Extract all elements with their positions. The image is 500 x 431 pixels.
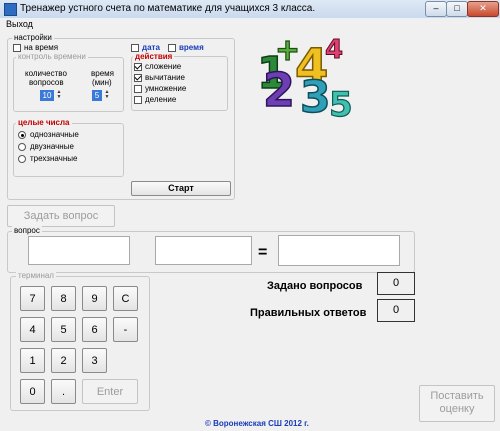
minutes-spinner[interactable]: ▲ ▼ (104, 90, 110, 101)
minutes-input[interactable]: 5 (92, 90, 102, 101)
grade-button[interactable]: Поставить оценку (419, 385, 495, 422)
grade-button-line2: оценку (439, 403, 475, 415)
actions-label: действия (133, 52, 175, 61)
key-0-button[interactable]: 0 (20, 379, 45, 404)
answer-input[interactable] (278, 235, 400, 266)
maximize-button[interactable]: □ (446, 1, 468, 17)
window-title: Тренажер устного счета по математике для… (20, 3, 316, 14)
settings-label: настройки (12, 33, 54, 42)
footer-copyright: © Воронежская СШ 2012 г. (205, 419, 309, 428)
one-digit-label: однозначные (30, 130, 79, 139)
time-control-label: контроль времени (16, 52, 88, 61)
start-button[interactable]: Старт (131, 181, 231, 196)
minutes-label-1: время (91, 69, 114, 78)
operand1-field (28, 236, 130, 265)
action-subtraction-label: вычитание (145, 73, 185, 82)
action-multiplication-checkbox[interactable] (134, 85, 142, 93)
action-addition-label: сложение (145, 62, 182, 71)
grade-button-line1: Поставить (430, 390, 484, 402)
action-addition-checkbox[interactable] (134, 63, 142, 71)
action-division-label: деление (145, 95, 177, 104)
close-button[interactable]: ✕ (467, 1, 499, 17)
key-8-button[interactable]: 8 (51, 286, 76, 311)
questions-count-spinner[interactable]: ▲ ▼ (56, 90, 62, 101)
key-3-button[interactable]: 3 (82, 348, 107, 373)
two-digit-label: двузначные (30, 142, 74, 151)
operand2-field (155, 236, 252, 265)
equals-sign: = (258, 244, 268, 261)
two-digit-radio[interactable] (18, 143, 26, 151)
digit-5-icon: 5 (329, 85, 353, 118)
asked-value: 0 (377, 272, 415, 295)
digit-2-icon: 2 (263, 63, 295, 117)
key-9-button[interactable]: 9 (82, 286, 107, 311)
key-5-button[interactable]: 5 (51, 317, 76, 342)
timed-checkbox[interactable] (13, 44, 21, 52)
key-4-button[interactable]: 4 (20, 317, 45, 342)
time-checkbox[interactable] (168, 44, 176, 52)
correct-label: Правильных ответов (250, 307, 367, 319)
date-checkbox[interactable] (131, 44, 139, 52)
questions-count-input[interactable]: 10 (40, 90, 54, 101)
key-1-button[interactable]: 1 (20, 348, 45, 373)
three-digit-label: трехзначные (30, 154, 78, 163)
action-division-checkbox[interactable] (134, 96, 142, 104)
asked-label: Задано вопросов (267, 280, 363, 292)
time-label: время (179, 43, 204, 52)
app-icon (4, 3, 17, 16)
integers-label: целые числа (16, 118, 72, 127)
timed-label: на время (24, 43, 59, 52)
minutes-label-2: (мин) (92, 78, 112, 87)
key-clear-button[interactable]: C (113, 286, 138, 311)
pink-digit-icon: 4 (325, 35, 343, 65)
enter-button[interactable]: Enter (82, 379, 138, 404)
key-2-button[interactable]: 2 (51, 348, 76, 373)
three-digit-radio[interactable] (18, 155, 26, 163)
spin-down-icon[interactable]: ▼ (56, 95, 62, 100)
colorful-numbers-icon: 4 1 2 3 5 + 4 (256, 32, 353, 118)
menu-exit[interactable]: Выход (6, 19, 33, 29)
plus-sign-icon: + (275, 33, 300, 68)
ask-question-button[interactable]: Задать вопрос (7, 205, 115, 227)
correct-value: 0 (377, 299, 415, 322)
terminal-label: терминал (16, 271, 56, 280)
title-bar: Тренажер устного счета по математике для… (0, 0, 500, 19)
minimize-button[interactable]: – (425, 1, 447, 17)
key-dot-button[interactable]: . (51, 379, 76, 404)
spin-down-icon[interactable]: ▼ (104, 95, 110, 100)
digit-3-icon: 3 (300, 72, 331, 118)
menu-bar: Выход (0, 18, 500, 32)
action-subtraction-checkbox[interactable] (134, 74, 142, 82)
date-label: дата (142, 43, 160, 52)
questions-count-label-2: вопросов (29, 78, 64, 87)
key-7-button[interactable]: 7 (20, 286, 45, 311)
key-minus-button[interactable]: - (113, 317, 138, 342)
key-6-button[interactable]: 6 (82, 317, 107, 342)
action-multiplication-label: умножение (145, 84, 187, 93)
one-digit-radio[interactable] (18, 131, 26, 139)
questions-count-label-1: количество (25, 69, 67, 78)
question-label: вопрос (12, 226, 42, 235)
